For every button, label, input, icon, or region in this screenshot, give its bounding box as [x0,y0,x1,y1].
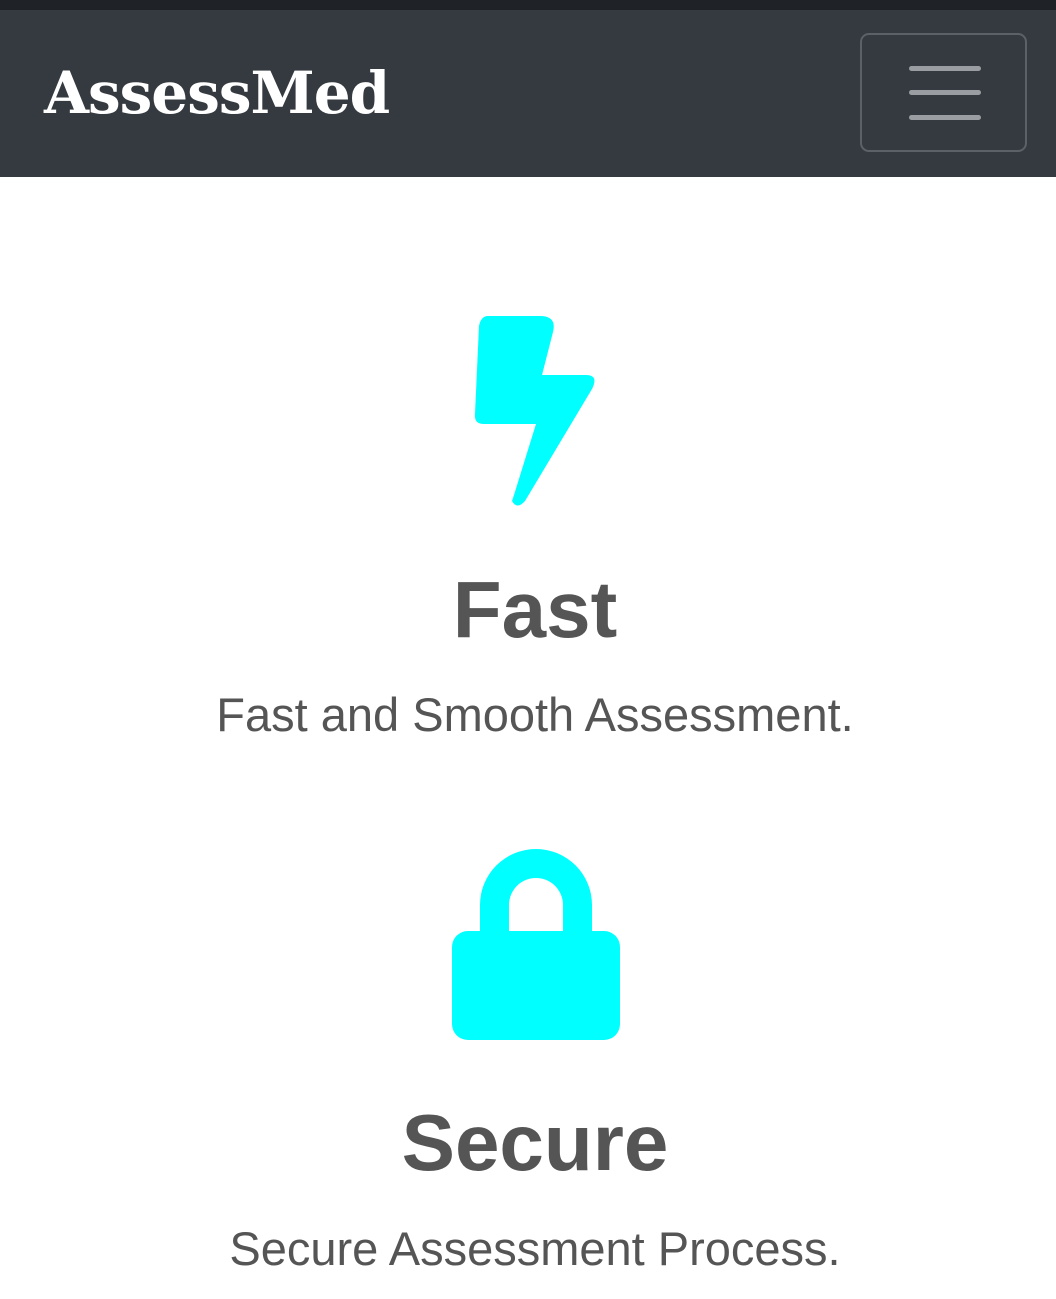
feature-title: Fast [452,565,618,654]
navbar: AssessMed [0,10,1056,177]
lightning-bolt-icon [474,316,595,506]
top-strip [0,0,1056,10]
feature-description: Secure Assessment Process. [229,1222,841,1275]
navbar-toggle-button[interactable] [860,33,1027,152]
feature-title: Secure [401,1098,669,1187]
brand-logo[interactable]: AssessMed [44,58,390,128]
feature-description: Fast and Smooth Assessment. [216,688,854,741]
lock-icon [452,849,620,1040]
